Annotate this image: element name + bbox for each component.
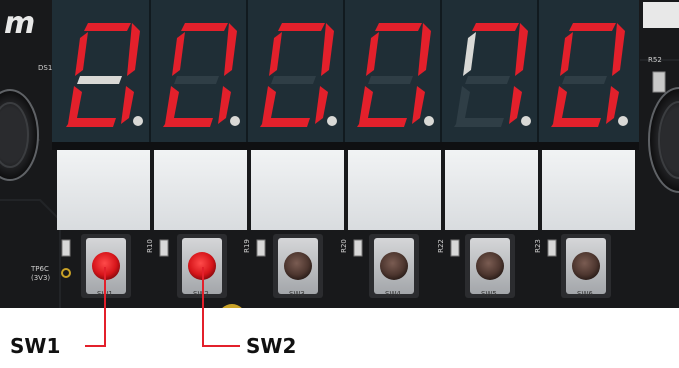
sw1-callout-label: SW1: [10, 334, 61, 358]
sw2-callout-label: SW2: [246, 334, 297, 358]
callout-lines: [85, 267, 240, 347]
